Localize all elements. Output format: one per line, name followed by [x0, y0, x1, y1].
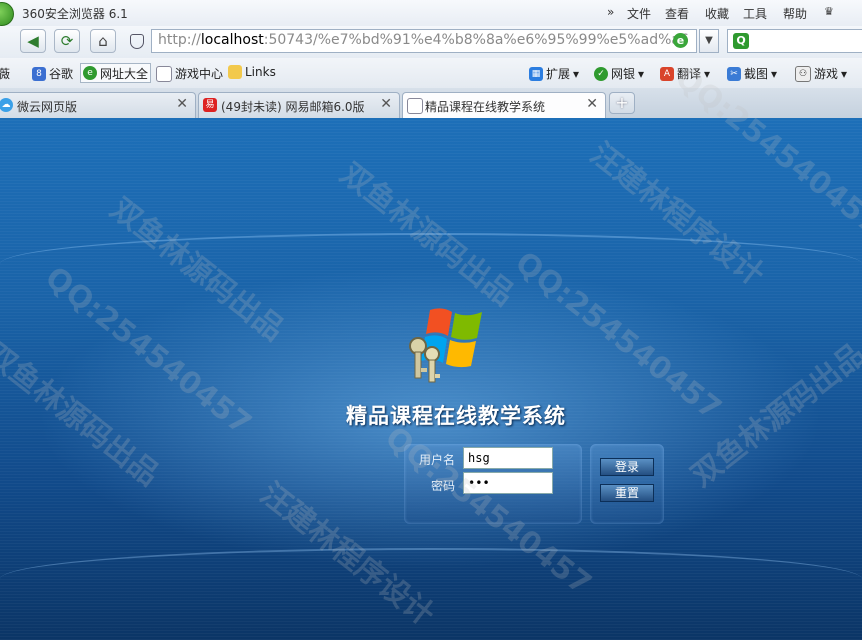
ext-screenshot[interactable]: ✂ 截图 ▾	[727, 65, 777, 82]
address-dropdown-button[interactable]: ▼	[699, 29, 719, 53]
menu-favorites[interactable]: 收藏	[705, 5, 729, 22]
bookmark-games[interactable]: 游戏中心	[156, 65, 223, 82]
menu-arrow-icon[interactable]: »	[607, 5, 614, 19]
ext-label: 截图	[744, 67, 769, 81]
page-icon	[156, 65, 172, 82]
ext-bank[interactable]: ✓ 网银 ▾	[594, 65, 644, 82]
ext-expand[interactable]: ▦ 扩展 ▾	[529, 65, 579, 82]
login-form-panel: 用户名 密码	[404, 444, 582, 524]
refresh-button[interactable]: ⟳	[54, 29, 80, 53]
ext-label: 网银	[611, 67, 636, 81]
menu-file[interactable]: 文件	[627, 5, 651, 22]
user-icon[interactable]: ♛	[824, 5, 834, 18]
back-arrow-icon: ◀	[27, 32, 39, 50]
window-title: 360安全浏览器 6.1	[22, 7, 128, 21]
new-tab-button[interactable]: +	[609, 92, 635, 114]
menu-view[interactable]: 查看	[665, 5, 689, 22]
browser-logo-icon	[0, 2, 14, 26]
bookmark-label: Links	[245, 65, 276, 79]
search-engine-icon[interactable]: Q	[733, 33, 749, 49]
title-bar: 360安全浏览器 6.1 » 文件 查看 收藏 工具 帮助 ♛	[0, 0, 862, 26]
ext-label: 扩展	[546, 67, 571, 81]
translate-icon: A	[660, 66, 674, 81]
bookmark-links[interactable]: Links	[228, 65, 276, 79]
windows-keys-logo-icon	[409, 308, 482, 383]
page-icon	[407, 98, 423, 114]
refresh-icon: ⟳	[60, 32, 74, 50]
ext-translate[interactable]: A 翻译 ▾	[660, 65, 710, 82]
tab-netease-mail[interactable]: 易 (49封未读) 网易邮箱6.0版 ✕	[198, 92, 400, 118]
bookmark-google[interactable]: 8 谷歌	[32, 65, 73, 82]
google-icon: 8	[32, 66, 46, 81]
decorative-arc	[0, 548, 862, 610]
tab-label: 微云网页版	[17, 100, 78, 114]
cloud-icon: ☁	[0, 98, 13, 112]
close-icon[interactable]: ✕	[380, 96, 392, 112]
decorative-arc	[0, 233, 862, 295]
menu-tools[interactable]: 工具	[743, 5, 767, 22]
bank-shield-icon: ✓	[594, 66, 608, 81]
folder-icon	[228, 65, 242, 79]
browser-chrome: 360安全浏览器 6.1 » 文件 查看 收藏 工具 帮助 ♛ ◀ ⟳ ⌂ ht…	[0, 0, 862, 118]
address-bar[interactable]: http://localhost:50743/%e7%bd%91%e4%b8%8…	[151, 29, 697, 53]
ext-label: 翻译	[677, 67, 702, 81]
bookmark-hao360[interactable]: e 网址大全	[80, 63, 152, 83]
search-box[interactable]: Q	[727, 29, 862, 53]
grid-icon: ▦	[529, 66, 543, 81]
home-button[interactable]: ⌂	[90, 29, 116, 53]
login-button[interactable]: 登录	[600, 458, 654, 476]
bookmark-cut[interactable]: 薇	[0, 65, 10, 82]
url-rest: :50743/%e7%bd%91%e4%b8%8a%e6%95%99%e5%ad…	[263, 32, 689, 48]
tab-strip: ☁ 微云网页版 ✕ 易 (49封未读) 网易邮箱6.0版 ✕ 精品课程在线教学系…	[0, 88, 862, 118]
password-input[interactable]	[463, 472, 553, 494]
bookmark-label: 网址大全	[100, 66, 149, 81]
scissors-icon: ✂	[727, 66, 741, 81]
address-row: ◀ ⟳ ⌂ http://localhost:50743/%e7%bd%91%e…	[0, 26, 862, 58]
page-viewport: 精品课程在线教学系统 用户名 密码 登录 重置	[0, 118, 862, 640]
home-icon: ⌂	[98, 32, 108, 50]
close-icon[interactable]: ✕	[586, 96, 598, 112]
tab-weiyun[interactable]: ☁ 微云网页版 ✕	[0, 92, 196, 118]
tab-course-system[interactable]: 精品课程在线教学系统 ✕	[402, 92, 606, 118]
ext-games[interactable]: ⚇ 游戏 ▾	[795, 65, 847, 82]
shield-icon[interactable]	[130, 34, 144, 49]
system-title: 精品课程在线教学系统	[346, 403, 566, 428]
bookmark-label: 谷歌	[49, 67, 74, 81]
password-label: 密码	[431, 479, 456, 493]
username-input[interactable]	[463, 447, 553, 469]
tab-label: 精品课程在线教学系统	[425, 100, 546, 114]
compat-mode-icon[interactable]: e	[673, 33, 688, 48]
url-host: localhost	[200, 32, 264, 48]
menu-help[interactable]: 帮助	[783, 5, 807, 22]
gamepad-icon: ⚇	[795, 65, 811, 82]
bookmarks-bar: 薇 8 谷歌 e 网址大全 游戏中心 Links ▦ 扩展 ▾ ✓ 网银 ▾ A 翻译 ▾…	[0, 58, 862, 89]
tab-label: (49封未读) 网易邮箱6.0版	[221, 100, 365, 114]
close-icon[interactable]: ✕	[176, 96, 188, 112]
address-url: http://localhost:50743/%e7%bd%91%e4%b8%8…	[158, 32, 689, 48]
username-label: 用户名	[419, 453, 456, 467]
back-button[interactable]: ◀	[20, 29, 46, 53]
reset-button[interactable]: 重置	[600, 484, 654, 502]
login-buttons-panel: 登录 重置	[590, 444, 664, 524]
mail-icon: 易	[203, 98, 217, 112]
ext-label: 游戏	[814, 67, 839, 81]
hao360-icon: e	[83, 66, 97, 80]
bookmark-label: 游戏中心	[175, 67, 224, 81]
